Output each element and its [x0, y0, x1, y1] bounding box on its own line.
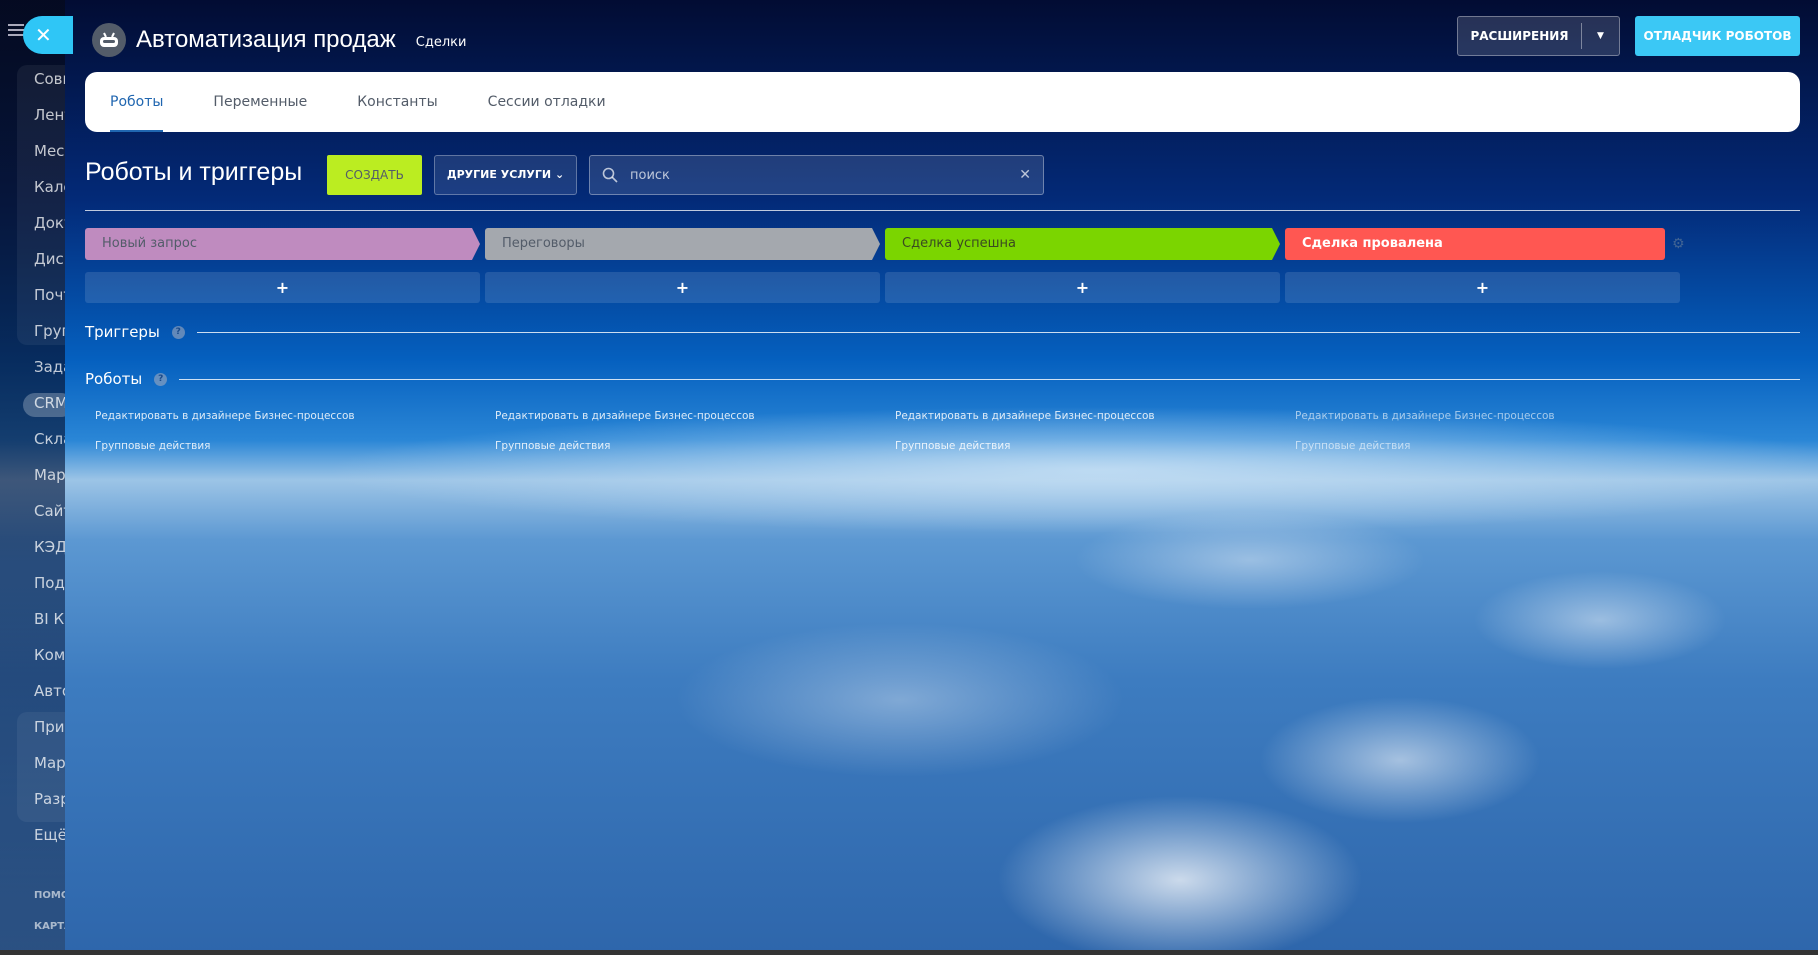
sidebar-item[interactable]: Зада — [34, 358, 65, 376]
robot-debugger-button[interactable]: ОТЛАДЧИК РОБОТОВ — [1635, 16, 1800, 56]
sidebar-item[interactable]: Мар — [34, 466, 65, 484]
chevron-down-icon: ⌄ — [554, 168, 565, 181]
robot-icon — [92, 23, 126, 57]
tab-variables[interactable]: Переменные — [213, 72, 307, 132]
sidebar-item[interactable]: Подп — [34, 574, 65, 592]
add-robot-button[interactable]: + — [1285, 272, 1680, 303]
help-icon[interactable]: ? — [171, 325, 185, 339]
group-actions-link[interactable]: Групповые действия — [95, 440, 210, 452]
search-placeholder: поиск — [630, 167, 670, 183]
triggers-header: Триггеры? — [85, 323, 1800, 341]
create-button[interactable]: СОЗДАТЬ — [327, 155, 422, 195]
divider — [85, 210, 1800, 211]
sidebar-item[interactable]: Кале — [34, 178, 65, 196]
extensions-button[interactable]: РАСШИРЕНИЯ ▼ — [1457, 16, 1620, 56]
section-title: Роботы и триггеры — [85, 158, 303, 186]
edit-in-designer-link[interactable]: Редактировать в дизайнере Бизнес-процесс… — [895, 410, 1155, 422]
chevron-down-icon[interactable]: ▼ — [1582, 31, 1619, 41]
search-input[interactable]: поиск ✕ — [589, 155, 1044, 195]
stage-column-header[interactable]: Новый запрос — [85, 228, 480, 260]
close-slider-button[interactable]: ✕ — [23, 16, 73, 54]
sidebar-item[interactable]: BI Ко — [34, 610, 65, 628]
add-robot-button[interactable]: + — [885, 272, 1280, 303]
group-actions-link[interactable]: Групповые действия — [495, 440, 610, 452]
search-icon — [602, 167, 618, 183]
sidebar-item[interactable]: Прил — [34, 718, 65, 736]
sidebar: Совм Лент Месс Кале Доку Диск Почт Груп Зада CRM С… — [0, 0, 65, 955]
gear-icon[interactable]: ⚙ — [1672, 236, 1685, 252]
sidebar-footer-link[interactable]: КАРТА — [34, 921, 65, 932]
bottom-bar — [0, 950, 1818, 955]
sidebar-item[interactable]: КЭДО — [34, 538, 65, 556]
stage-column-header[interactable]: Сделка успешна — [885, 228, 1280, 260]
clear-search-icon[interactable]: ✕ — [1019, 167, 1031, 183]
sidebar-item[interactable]: Груп — [34, 322, 65, 340]
sidebar-item[interactable]: CRM — [34, 394, 65, 412]
sidebar-item[interactable]: Мар — [34, 754, 65, 772]
sidebar-item[interactable]: Диск — [34, 250, 65, 268]
sidebar-item[interactable]: Сайт — [34, 502, 65, 520]
stage-column-header[interactable]: Сделка провалена — [1285, 228, 1665, 260]
triggers-title: Триггеры — [85, 323, 160, 341]
sidebar-footer-link[interactable]: ПОМО — [34, 890, 65, 901]
edit-in-designer-link[interactable]: Редактировать в дизайнере Бизнес-процесс… — [95, 410, 355, 422]
edit-in-designer-link[interactable]: Редактировать в дизайнере Бизнес-процесс… — [1295, 410, 1555, 422]
extensions-label: РАСШИРЕНИЯ — [1470, 29, 1569, 43]
sidebar-item[interactable]: Совм — [34, 70, 65, 88]
other-services-label: ДРУГИЕ УСЛУГИ — [446, 168, 552, 181]
sidebar-item[interactable]: Разр — [34, 790, 65, 808]
help-icon[interactable]: ? — [154, 372, 168, 386]
tab-constants[interactable]: Константы — [357, 72, 437, 132]
add-robot-button[interactable]: + — [85, 272, 480, 303]
add-robot-button[interactable]: + — [485, 272, 880, 303]
robots-title: Роботы — [85, 370, 143, 388]
sidebar-item[interactable]: Комп — [34, 646, 65, 664]
edit-in-designer-link[interactable]: Редактировать в дизайнере Бизнес-процесс… — [495, 410, 755, 422]
page-title: Автоматизация продаж — [136, 26, 396, 53]
group-actions-link[interactable]: Групповые действия — [1295, 440, 1410, 452]
sidebar-item[interactable]: Доку — [34, 214, 65, 232]
header: Автоматизация продаж Сделки — [92, 20, 466, 60]
tab-bar: Роботы Переменные Константы Сессии отлад… — [85, 72, 1800, 132]
tab-debug-sessions[interactable]: Сессии отладки — [488, 72, 606, 132]
other-services-button[interactable]: ДРУГИЕ УСЛУГИ ⌄ — [434, 155, 577, 195]
tab-robots[interactable]: Роботы — [110, 72, 164, 132]
sidebar-item[interactable]: Скла — [34, 430, 65, 448]
sidebar-item[interactable]: Авто — [34, 682, 65, 700]
group-actions-link[interactable]: Групповые действия — [895, 440, 1010, 452]
sidebar-item[interactable]: Месс — [34, 142, 65, 160]
sidebar-item[interactable]: Лент — [34, 106, 65, 124]
menu-icon[interactable] — [8, 24, 24, 36]
breadcrumb[interactable]: Сделки — [416, 35, 467, 50]
stage-column-header[interactable]: Переговоры — [485, 228, 880, 260]
robots-header: Роботы? — [85, 370, 1800, 388]
sidebar-item[interactable]: Почт — [34, 286, 65, 304]
sidebar-item[interactable]: Ещё — [34, 826, 65, 844]
